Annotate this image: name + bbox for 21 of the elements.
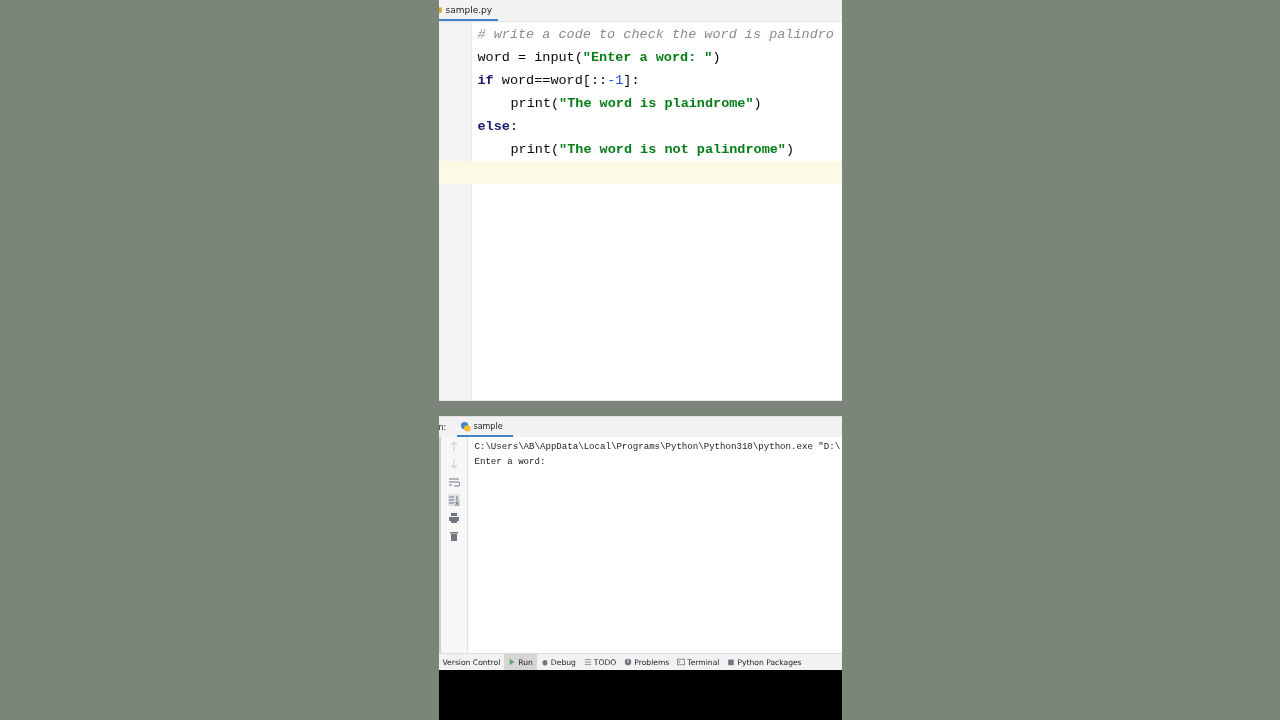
print-icon[interactable] <box>447 512 460 524</box>
info-icon <box>624 658 633 666</box>
list-icon <box>583 658 592 666</box>
package-icon <box>727 658 736 666</box>
file-icon <box>438 4 443 15</box>
terminal-icon <box>677 658 686 666</box>
code-line: print("The word is not palindrome") <box>509 141 796 159</box>
python-icon <box>459 420 471 432</box>
run-icon <box>508 658 517 666</box>
code-line: if word==word[::-1]: <box>476 72 641 90</box>
code-line: # write a code to check the word is palindro <box>476 26 835 44</box>
console-line: C:\Users\AB\AppData\Local\Programs\Python\Python310\python.exe "D:\ <box>474 440 841 454</box>
scroll-to-end-icon[interactable] <box>447 494 460 506</box>
trash-icon[interactable] <box>447 530 460 542</box>
bug-icon <box>540 658 549 666</box>
console-line: Enter a word: <box>474 455 547 469</box>
run-label: n: <box>438 422 448 432</box>
code-line: else: <box>476 118 519 136</box>
soft-wrap-icon[interactable] <box>447 476 460 488</box>
code-line: print("The word is plaindrome") <box>509 95 763 113</box>
code-line: word = input("Enter a word: ") <box>476 49 722 67</box>
